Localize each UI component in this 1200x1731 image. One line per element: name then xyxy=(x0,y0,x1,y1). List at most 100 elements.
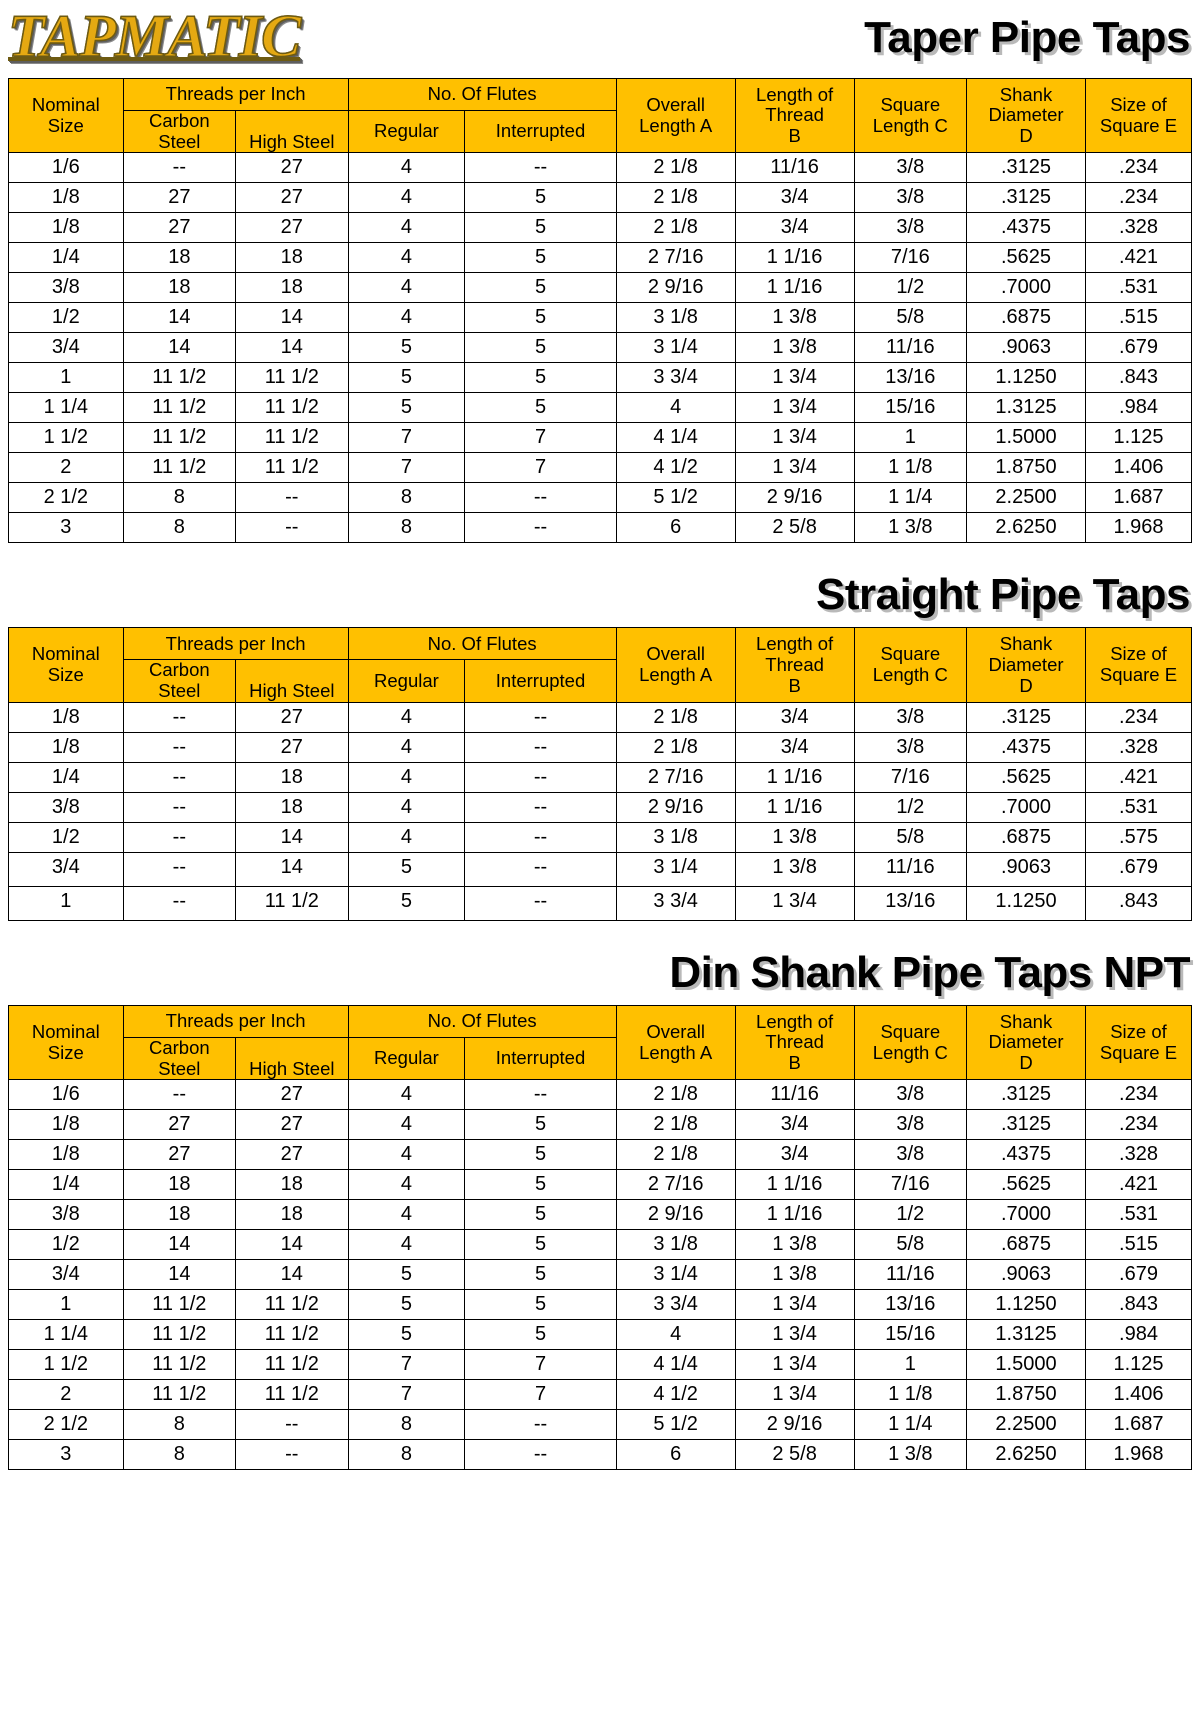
table-row: 3/4 14 14 5 5 3 1/4 1 3/8 11/16.9063.679 xyxy=(8,1259,1193,1291)
cell-shank-diameter-d: 1.8750 xyxy=(966,452,1086,484)
cell-interrupted-flutes: -- xyxy=(464,885,617,921)
cell-overall-length-a: 5 1/2 xyxy=(615,482,736,514)
spec-table-din-shank-pipe-taps-npt: Nominal Size Threads per Inch No. Of Flut… xyxy=(8,1004,1193,1471)
cell-regular-flutes: 4 xyxy=(347,212,466,244)
cell-high-steel: -- xyxy=(235,1409,349,1441)
cell-carbon-steel: 8 xyxy=(122,1409,237,1441)
cell-square-length-c: 5/8 xyxy=(853,302,968,334)
cell-nominal-size: 1/4 xyxy=(8,242,124,274)
cell-size-of-square-e: .234 xyxy=(1084,1079,1193,1111)
col-header-size-of-square-e: Size of Square E xyxy=(1084,627,1193,703)
cell-nominal-size: 1/2 xyxy=(8,1229,124,1261)
cell-length-of-thread-b: 3/4 xyxy=(734,1139,855,1171)
cell-nominal-size: 1/8 xyxy=(8,731,124,763)
cell-nominal-size: 1/8 xyxy=(8,1139,124,1171)
table-header-row-top: Nominal Size Threads per Inch No. Of Flut… xyxy=(8,77,1193,154)
col-header-overall-length-a: Overall Length A xyxy=(615,627,736,703)
cell-interrupted-flutes: -- xyxy=(464,851,617,887)
cell-carbon-steel: 8 xyxy=(122,482,237,514)
cell-high-steel: -- xyxy=(235,482,349,514)
cell-regular-flutes: 5 xyxy=(347,332,466,364)
cell-shank-diameter-d: .9063 xyxy=(966,1259,1086,1291)
cell-high-steel: 11 1/2 xyxy=(235,1349,349,1381)
cell-nominal-size: 1 1/2 xyxy=(8,1349,124,1381)
cell-carbon-steel: -- xyxy=(122,791,237,823)
cell-size-of-square-e: .328 xyxy=(1084,731,1193,763)
page-title-straight-pipe-taps: Straight Pipe Taps xyxy=(815,570,1191,620)
col-header-no-of-flutes: No. Of Flutes xyxy=(347,78,617,111)
cell-carbon-steel: -- xyxy=(122,152,237,184)
table-row: 1 11 1/2 11 1/2 5 5 3 3/4 1 3/4 13/16 1.1250.843 xyxy=(8,362,1193,394)
cell-square-length-c: 13/16 xyxy=(853,362,968,394)
table-row: 3/4 -- 14 5 -- 3 1/4 1 3/8 11/16.9063.679 xyxy=(8,851,1193,887)
cell-overall-length-a: 2 7/16 xyxy=(615,1169,736,1201)
cell-carbon-steel: 11 1/2 xyxy=(122,452,237,484)
cell-overall-length-a: 4 xyxy=(615,1319,736,1351)
table-header-row-top: Nominal Size Threads per Inch No. Of Flut… xyxy=(8,627,1193,703)
cell-square-length-c: 3/8 xyxy=(853,1109,968,1141)
col-header-length-of-thread-b: Length of Thread B xyxy=(734,1004,855,1081)
spec-table-taper-pipe-taps: Nominal Size Threads per Inch No. Of Flut… xyxy=(8,77,1193,544)
cell-high-steel: 27 xyxy=(235,1139,349,1171)
cell-nominal-size: 1 1/2 xyxy=(8,422,124,454)
cell-size-of-square-e: 1.968 xyxy=(1084,512,1193,544)
cell-length-of-thread-b: 3/4 xyxy=(734,1109,855,1141)
cell-overall-length-a: 2 7/16 xyxy=(615,242,736,274)
table-row: 1/4 18 18 4 5 2 7/16 1 1/16 7/16.5625.421 xyxy=(8,242,1193,274)
cell-size-of-square-e: .843 xyxy=(1084,885,1193,921)
cell-high-steel: 27 xyxy=(235,731,349,763)
table-row: 1/8 27 27 4 5 2 1/8 3/4 3/8.4375.328 xyxy=(8,1139,1193,1171)
cell-interrupted-flutes: 7 xyxy=(464,1379,617,1411)
cell-high-steel: 18 xyxy=(235,1199,349,1231)
cell-high-steel: 11 1/2 xyxy=(235,1319,349,1351)
cell-regular-flutes: 4 xyxy=(347,701,466,733)
cell-interrupted-flutes: -- xyxy=(464,152,617,184)
cell-high-steel: 11 1/2 xyxy=(235,1379,349,1411)
section-din-shank-pipe-taps-npt: Nominal Size Threads per Inch No. Of Flut… xyxy=(0,1004,1200,1471)
cell-size-of-square-e: 1.687 xyxy=(1084,1409,1193,1441)
cell-length-of-thread-b: 1 3/4 xyxy=(734,1379,855,1411)
cell-shank-diameter-d: 1.5000 xyxy=(966,422,1086,454)
cell-size-of-square-e: 1.687 xyxy=(1084,482,1193,514)
cell-carbon-steel: 11 1/2 xyxy=(122,1319,237,1351)
cell-size-of-square-e: .679 xyxy=(1084,1259,1193,1291)
cell-nominal-size: 2 1/2 xyxy=(8,482,124,514)
table-row: 1/6 -- 27 4 -- 2 1/8 11/16 3/8.3125.234 xyxy=(8,152,1193,184)
cell-interrupted-flutes: 5 xyxy=(464,1169,617,1201)
cell-regular-flutes: 8 xyxy=(347,482,466,514)
cell-square-length-c: 3/8 xyxy=(853,1079,968,1111)
cell-high-steel: 27 xyxy=(235,701,349,733)
cell-overall-length-a: 2 7/16 xyxy=(615,761,736,793)
cell-nominal-size: 1 xyxy=(8,885,124,921)
col-header-threads-per-inch: Threads per Inch xyxy=(122,1004,349,1038)
cell-interrupted-flutes: -- xyxy=(464,701,617,733)
title-band-straight: Straight Pipe Taps xyxy=(0,543,1200,627)
cell-length-of-thread-b: 1 3/4 xyxy=(734,422,855,454)
cell-size-of-square-e: .531 xyxy=(1084,1199,1193,1231)
cell-interrupted-flutes: 5 xyxy=(464,1259,617,1291)
col-header-nominal-size: Nominal Size xyxy=(8,627,124,703)
cell-overall-length-a: 2 1/8 xyxy=(615,701,736,733)
col-header-interrupted: Interrupted xyxy=(464,659,617,703)
cell-length-of-thread-b: 1 3/4 xyxy=(734,392,855,424)
cell-size-of-square-e: 1.125 xyxy=(1084,1349,1193,1381)
cell-length-of-thread-b: 1 3/8 xyxy=(734,851,855,887)
cell-carbon-steel: -- xyxy=(122,701,237,733)
cell-interrupted-flutes: 5 xyxy=(464,392,617,424)
cell-high-steel: 14 xyxy=(235,332,349,364)
cell-size-of-square-e: .843 xyxy=(1084,1289,1193,1321)
cell-length-of-thread-b: 1 3/8 xyxy=(734,302,855,334)
cell-overall-length-a: 5 1/2 xyxy=(615,1409,736,1441)
cell-nominal-size: 1 xyxy=(8,362,124,394)
cell-length-of-thread-b: 3/4 xyxy=(734,212,855,244)
cell-overall-length-a: 2 1/8 xyxy=(615,1139,736,1171)
cell-nominal-size: 2 1/2 xyxy=(8,1409,124,1441)
col-header-square-length-c: Square Length C xyxy=(853,627,968,703)
cell-interrupted-flutes: 5 xyxy=(464,1229,617,1261)
cell-high-steel: 27 xyxy=(235,152,349,184)
cell-regular-flutes: 8 xyxy=(347,512,466,544)
cell-shank-diameter-d: .5625 xyxy=(966,761,1086,793)
cell-square-length-c: 7/16 xyxy=(853,761,968,793)
cell-interrupted-flutes: 5 xyxy=(464,212,617,244)
cell-size-of-square-e: .843 xyxy=(1084,362,1193,394)
